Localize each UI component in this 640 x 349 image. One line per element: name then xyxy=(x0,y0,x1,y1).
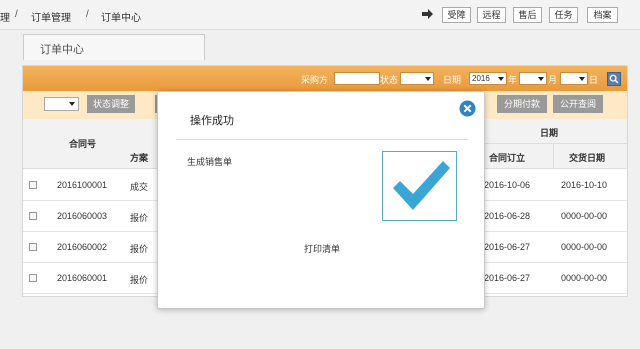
batch-select[interactable] xyxy=(44,97,79,111)
day-label: 日 xyxy=(589,75,599,85)
cell-contract-no: 2016100001 xyxy=(57,180,108,190)
year-select[interactable]: 2016 xyxy=(469,72,507,85)
close-icon[interactable] xyxy=(459,100,476,117)
success-check-frame xyxy=(382,151,457,221)
month-label: 月 xyxy=(548,75,558,85)
cell-contract-date: 2016-06-27 xyxy=(484,273,531,283)
cell-delivery-date: 0000-00-00 xyxy=(561,211,608,221)
top-bar: 理 / 订单管理 / 订单中心 受障 远程 售后 任务 档案 xyxy=(0,0,640,30)
breadcrumb-separator: / xyxy=(86,9,89,20)
cell-contract-date: 2016-10-06 xyxy=(484,180,531,190)
cell-delivery-date: 0000-00-00 xyxy=(561,242,608,252)
breadcrumb-root[interactable]: 理 xyxy=(0,9,10,24)
public-query-button[interactable]: 公开查阅 xyxy=(553,95,603,113)
row-checkbox[interactable] xyxy=(29,181,37,189)
cell-contract-date: 2016-06-27 xyxy=(484,242,531,252)
status-adjust-button[interactable]: 状态调整 xyxy=(87,95,135,113)
status-select[interactable] xyxy=(400,72,434,85)
tasks-button[interactable]: 任务 xyxy=(549,7,578,23)
chevron-down-icon xyxy=(579,77,585,81)
buyer-label: 采购方 xyxy=(301,75,329,85)
header-contract-no: 合同号 xyxy=(69,139,97,149)
header-plan: 方案 xyxy=(130,153,149,163)
chevron-down-icon xyxy=(498,77,504,81)
year-label: 年 xyxy=(508,75,518,85)
dialog-title: 操作成功 xyxy=(190,115,234,127)
header-date-group: 日期 xyxy=(540,128,559,138)
date-label: 日期 xyxy=(443,75,462,85)
year-value: 2016 xyxy=(472,74,490,83)
dialog-divider xyxy=(176,139,468,140)
page-title: 订单中心 xyxy=(40,44,84,56)
archive-button[interactable]: 档案 xyxy=(587,7,618,23)
header-contract-date: 合同订立 xyxy=(489,153,526,163)
installment-button[interactable]: 分期付款 xyxy=(497,95,547,113)
month-select[interactable] xyxy=(519,72,547,85)
dialog-message: 生成销售单 xyxy=(187,157,233,167)
print-list-link[interactable]: 打印清单 xyxy=(304,242,340,255)
breadcrumb-order-management[interactable]: 订单管理 xyxy=(31,9,71,24)
cell-plan: 报价 xyxy=(130,275,149,285)
arrow-right-icon xyxy=(422,9,433,19)
row-checkbox[interactable] xyxy=(29,274,37,282)
breadcrumb-order-center: 订单中心 xyxy=(101,13,141,24)
search-icon[interactable] xyxy=(607,72,621,86)
row-checkbox[interactable] xyxy=(29,243,37,251)
cell-plan: 报价 xyxy=(130,244,149,254)
header-delivery-date: 交货日期 xyxy=(569,153,606,163)
success-dialog: 操作成功 生成销售单 打印清单 xyxy=(157,91,485,309)
day-select[interactable] xyxy=(560,72,588,85)
chevron-down-icon xyxy=(425,77,431,81)
breadcrumb-separator: / xyxy=(15,9,18,20)
cell-plan: 报价 xyxy=(130,213,149,223)
after-sales-button[interactable]: 售后 xyxy=(513,7,542,23)
page-footer-area xyxy=(0,318,640,349)
row-checkbox[interactable] xyxy=(29,212,37,220)
fault-button[interactable]: 受障 xyxy=(442,7,471,23)
header-divider xyxy=(553,143,554,169)
chevron-down-icon xyxy=(538,77,544,81)
cell-delivery-date: 2016-10-10 xyxy=(561,180,608,190)
cell-contract-no: 2016060002 xyxy=(57,242,108,252)
buyer-input[interactable] xyxy=(334,72,380,85)
cell-contract-date: 2016-06-28 xyxy=(484,211,531,221)
page-tab: 订单中心 xyxy=(23,34,205,60)
cell-delivery-date: 0000-00-00 xyxy=(561,273,608,283)
filter-bar: 采购方 状态 日期 2016 年 月 日 xyxy=(23,66,627,91)
status-label: 状态 xyxy=(380,75,399,85)
checkmark-icon xyxy=(393,161,450,210)
cell-contract-no: 2016060001 xyxy=(57,273,108,283)
header-divider xyxy=(483,143,627,144)
remote-button[interactable]: 远程 xyxy=(477,7,506,23)
cell-plan: 成交 xyxy=(130,182,149,192)
cell-contract-no: 2016060003 xyxy=(57,211,108,221)
chevron-down-icon xyxy=(69,102,75,106)
